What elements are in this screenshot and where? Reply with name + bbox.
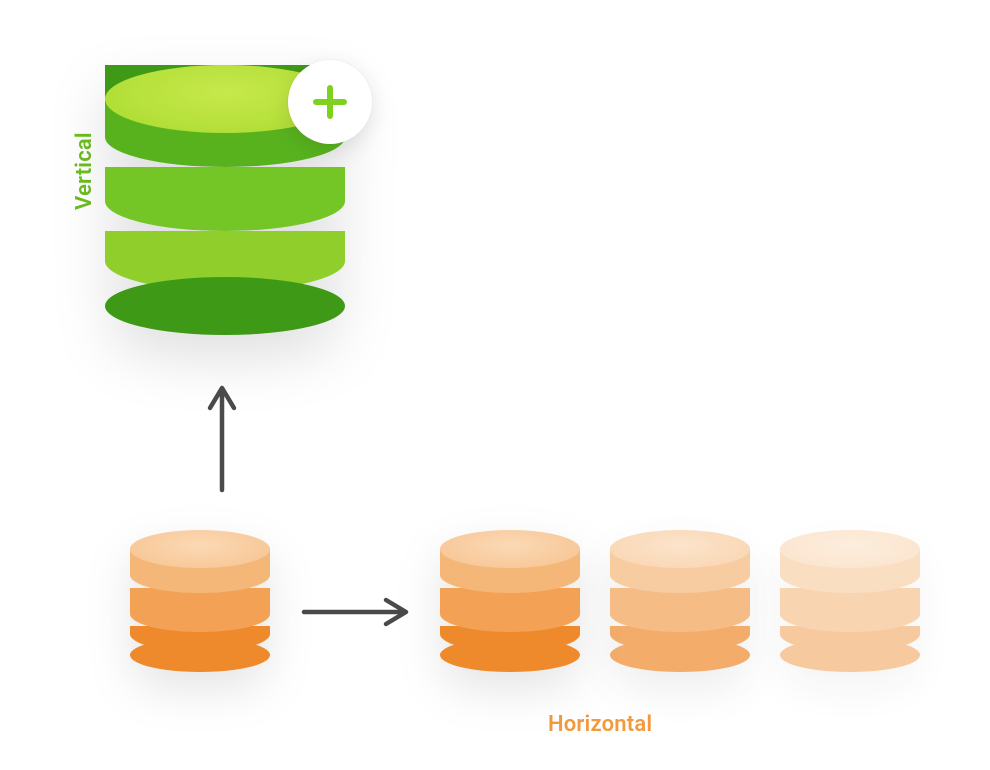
vertical-label: Vertical xyxy=(72,132,97,210)
scaling-diagram: Vertical Horizontal xyxy=(0,0,990,770)
scale-up-badge xyxy=(288,60,372,144)
replica-database-1 xyxy=(440,530,580,670)
arrow-up-icon xyxy=(202,378,242,498)
source-database xyxy=(130,530,270,670)
replica-database-2 xyxy=(610,530,750,670)
replica-database-3 xyxy=(780,530,920,670)
horizontal-label: Horizontal xyxy=(548,712,652,737)
plus-icon xyxy=(308,80,352,124)
arrow-right-icon xyxy=(296,592,416,632)
